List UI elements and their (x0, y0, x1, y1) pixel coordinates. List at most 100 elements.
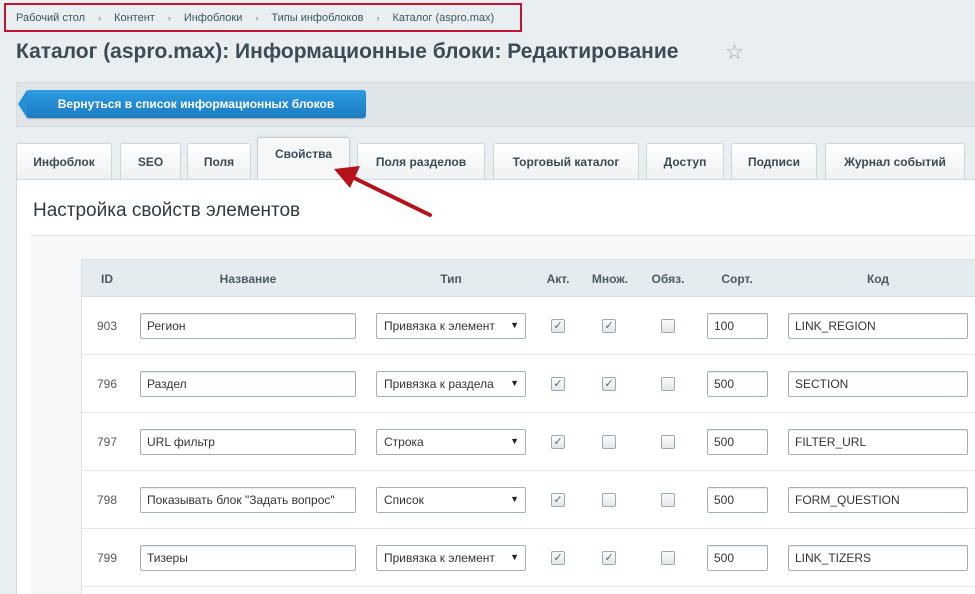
back-bar: Вернуться в список информационных блоков (16, 82, 975, 127)
active-checkbox[interactable]: ✓ (551, 435, 565, 449)
active-checkbox[interactable]: ✓ (551, 319, 565, 333)
property-type-select[interactable]: Список ▼ (376, 487, 526, 513)
star-icon[interactable]: ☆ (725, 41, 744, 65)
dropdown-arrow-icon: ▼ (510, 436, 519, 446)
breadcrumb-separator-icon: › (98, 12, 102, 23)
column-header-active[interactable]: Акт. (537, 260, 579, 297)
required-checkbox[interactable] (661, 319, 675, 333)
required-checkbox[interactable] (661, 551, 675, 565)
multiple-checkbox[interactable] (602, 435, 616, 449)
property-type-select[interactable]: Строка ▼ (376, 429, 526, 455)
check-icon: ✓ (553, 320, 563, 332)
breadcrumb: Рабочий стол › Контент › Инфоблоки › Тип… (4, 3, 522, 32)
check-icon: ✓ (553, 494, 563, 506)
tab-iblock[interactable]: Инфоблок (16, 143, 112, 179)
property-type-select[interactable]: Привязка к раздела ▼ (376, 371, 526, 397)
code-input[interactable]: SECTION (788, 371, 968, 397)
multiple-checkbox[interactable]: ✓ (602, 319, 616, 333)
check-icon: ✓ (553, 552, 563, 564)
sort-input[interactable]: 100 (707, 313, 768, 339)
property-name-input[interactable]: URL фильтр (140, 429, 356, 455)
code-input[interactable]: LINK_REGION (788, 313, 968, 339)
check-icon: ✓ (604, 378, 614, 390)
table-row: 798 Показывать блок "Задать вопрос" Список… (82, 471, 975, 529)
property-id: 798 (96, 493, 118, 507)
section-title: Настройка свойств элементов (33, 200, 301, 221)
property-type-value: Привязка к элемент (384, 319, 495, 333)
tab-label: Журнал событий (844, 154, 946, 169)
property-type-select[interactable]: Привязка к элемент ▼ (376, 313, 526, 339)
multiple-checkbox[interactable]: ✓ (602, 551, 616, 565)
property-type-value: Список (384, 493, 424, 507)
tab-seo[interactable]: SEO (120, 143, 181, 179)
tab-label: Свойства (274, 146, 333, 161)
tab-event-log[interactable]: Журнал событий (825, 143, 965, 179)
multiple-checkbox[interactable] (602, 493, 616, 507)
column-header-code[interactable]: Код (788, 260, 968, 297)
property-name-input[interactable]: Регион (140, 313, 356, 339)
tab-trade-catalog[interactable]: Торговый каталог (493, 143, 639, 179)
table-row: 796 Раздел Привязка к раздела ▼ ✓ ✓ 500 SECTION (82, 355, 975, 413)
check-icon: ✓ (604, 552, 614, 564)
sort-input[interactable]: 500 (707, 371, 768, 397)
sort-input[interactable]: 500 (707, 487, 768, 513)
required-checkbox[interactable] (661, 377, 675, 391)
breadcrumb-separator-icon: › (255, 12, 259, 23)
property-name-input[interactable]: Тизеры (140, 545, 356, 571)
table-row: 799 Тизеры Привязка к элемент ▼ ✓ ✓ 500 LINK_TI… (82, 529, 975, 587)
table-header: ID Название Тип Акт. Множ. Обяз. Сорт. К… (82, 260, 975, 297)
tab-fields[interactable]: Поля (187, 143, 251, 179)
sort-input[interactable]: 500 (707, 429, 768, 455)
property-name-input[interactable]: Раздел (140, 371, 356, 397)
breadcrumb-separator-icon: › (376, 12, 380, 23)
table-container: ID Название Тип Акт. Множ. Обяз. Сорт. К… (31, 235, 975, 594)
property-type-value: Строка (384, 435, 424, 449)
dropdown-arrow-icon: ▼ (510, 378, 519, 388)
code-input[interactable]: LINK_TIZERS (788, 545, 968, 571)
breadcrumb-item-catalog[interactable]: Каталог (aspro.max) (392, 12, 494, 24)
table-row: 797 URL фильтр Строка ▼ ✓ 500 FILTER_URL (82, 413, 975, 471)
column-header-name[interactable]: Название (140, 260, 356, 297)
active-checkbox[interactable]: ✓ (551, 493, 565, 507)
annotation-arrow-icon (334, 166, 432, 217)
active-checkbox[interactable]: ✓ (551, 377, 565, 391)
check-icon: ✓ (553, 378, 563, 390)
column-header-type[interactable]: Тип (376, 260, 526, 297)
code-input[interactable]: FILTER_URL (788, 429, 968, 455)
tab-label: Инфоблок (33, 154, 95, 169)
tab-label: Торговый каталог (512, 154, 620, 169)
property-id: 799 (96, 551, 118, 565)
back-to-list-button[interactable]: Вернуться в список информационных блоков (18, 90, 366, 118)
page-title: Каталог (aspro.max): Информационные блок… (16, 40, 679, 63)
tabs: Инфоблок SEO Поля Свойства Поля разделов… (16, 137, 975, 179)
properties-table: ID Название Тип Акт. Множ. Обяз. Сорт. К… (81, 259, 975, 594)
check-icon: ✓ (604, 320, 614, 332)
column-header-id[interactable]: ID (82, 260, 132, 297)
code-input[interactable]: FORM_QUESTION (788, 487, 968, 513)
check-icon: ✓ (553, 436, 563, 448)
column-header-required[interactable]: Обяз. (643, 260, 693, 297)
breadcrumb-item-desktop[interactable]: Рабочий стол (16, 12, 85, 24)
active-checkbox[interactable]: ✓ (551, 551, 565, 565)
column-header-multiple[interactable]: Множ. (585, 260, 635, 297)
breadcrumb-item-iblock-types[interactable]: Типы инфоблоков (271, 12, 363, 24)
breadcrumb-item-content[interactable]: Контент (114, 12, 155, 24)
tab-access[interactable]: Доступ (646, 143, 724, 179)
tab-label: Подписи (747, 154, 801, 169)
property-name-input[interactable]: Показывать блок "Задать вопрос" (140, 487, 356, 513)
dropdown-arrow-icon: ▼ (510, 494, 519, 504)
tab-captions[interactable]: Подписи (731, 143, 817, 179)
content-panel: Настройка свойств элементов ID Название … (16, 179, 975, 594)
sort-input[interactable]: 500 (707, 545, 768, 571)
tab-label: Поля (203, 154, 235, 169)
property-type-select[interactable]: Привязка к элемент ▼ (376, 545, 526, 571)
required-checkbox[interactable] (661, 493, 675, 507)
column-header-sort[interactable]: Сорт. (707, 260, 767, 297)
dropdown-arrow-icon: ▼ (510, 552, 519, 562)
property-id: 903 (96, 319, 118, 333)
multiple-checkbox[interactable]: ✓ (602, 377, 616, 391)
property-id: 796 (96, 377, 118, 391)
required-checkbox[interactable] (661, 435, 675, 449)
table-row: 903 Регион Привязка к элемент ▼ ✓ ✓ 100 LINK_RE… (82, 297, 975, 355)
breadcrumb-item-iblocks[interactable]: Инфоблоки (184, 12, 243, 24)
